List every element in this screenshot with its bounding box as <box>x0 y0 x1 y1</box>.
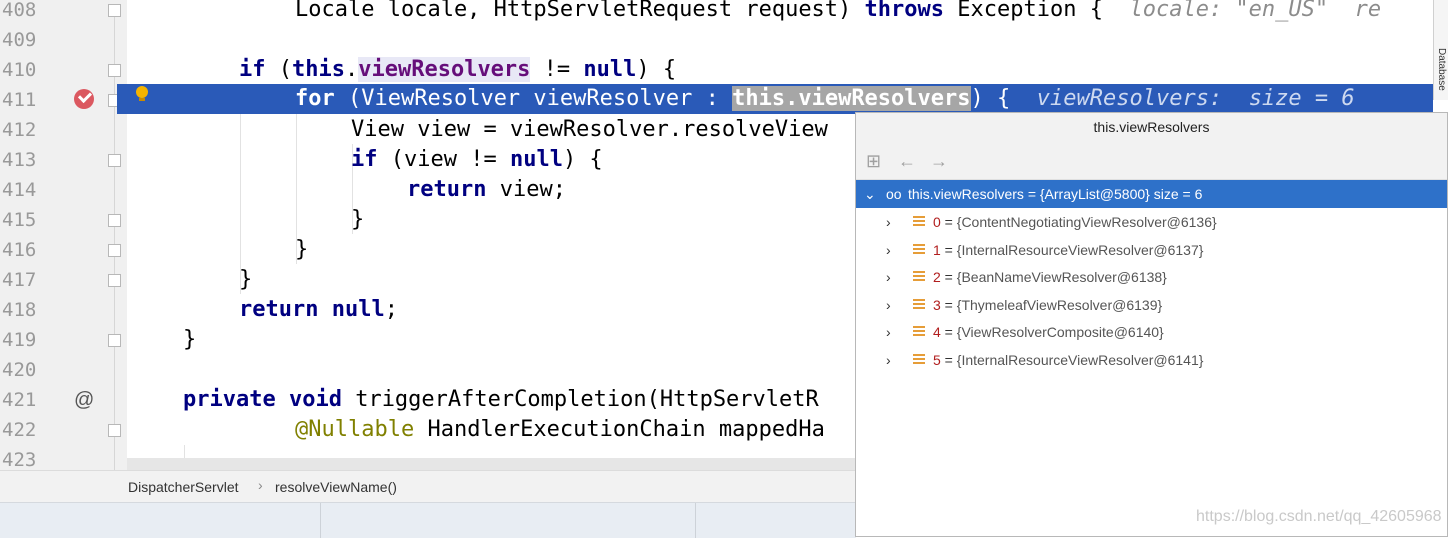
database-tool-tab[interactable]: Database <box>1433 0 1448 100</box>
line-number: 416 <box>2 239 37 261</box>
breadcrumb-item-class[interactable]: DispatcherServlet <box>128 479 239 495</box>
database-tab-label: Database <box>1436 48 1447 91</box>
line-number: 412 <box>2 119 37 141</box>
code-line-412: View view = viewResolver.resolveView <box>351 117 828 142</box>
expand-chevron-icon[interactable]: › <box>886 347 891 374</box>
fold-icon[interactable] <box>108 214 121 227</box>
line-number: 408 <box>2 0 37 21</box>
back-arrow-icon[interactable]: ← <box>898 151 916 171</box>
tree-root-label: this.viewResolvers = {ArrayList@5800} si… <box>908 186 1203 202</box>
list-field-icon <box>913 244 925 256</box>
code-line-419: } <box>183 327 197 352</box>
watch-glasses-icon: oo <box>886 186 902 202</box>
line-number: 418 <box>2 299 37 321</box>
watermark: https://blog.csdn.net/qq_42605968 <box>1196 508 1442 525</box>
breadcrumb: DispatcherServlet › resolveViewName() <box>0 470 856 503</box>
line-number: 413 <box>2 149 37 171</box>
tree-item[interactable]: › 5 = {InternalResourceViewResolver@6141… <box>856 347 1447 374</box>
list-field-icon <box>913 326 925 338</box>
fold-icon[interactable] <box>108 154 121 167</box>
collapse-chevron-icon[interactable]: ⌄ <box>864 180 876 208</box>
line-number: 420 <box>2 359 37 381</box>
forward-arrow-icon[interactable]: → <box>930 151 948 171</box>
line-number: 410 <box>2 59 37 81</box>
variable-inspector-popup[interactable]: this.viewResolvers ⊞ ← → ⌄ oo this.viewR… <box>855 112 1448 537</box>
line-number: 409 <box>2 29 37 51</box>
editor-gutter: 408 409 410 411 412 413 414 415 416 417 … <box>0 0 127 471</box>
status-divider <box>320 503 321 538</box>
fold-guide <box>114 12 115 470</box>
expand-chevron-icon[interactable]: › <box>886 319 891 346</box>
code-line-417: } <box>239 267 253 292</box>
breakpoint-icon[interactable] <box>74 89 94 109</box>
breadcrumb-item-method[interactable]: resolveViewName() <box>275 479 397 495</box>
line-number: 419 <box>2 329 37 351</box>
code-line-422: @Nullable HandlerExecutionChain mappedHa <box>295 417 825 442</box>
popup-toolbar: ⊞ ← → <box>856 143 1447 180</box>
tree-item[interactable]: › 2 = {BeanNameViewResolver@6138} <box>856 264 1447 291</box>
status-bar <box>0 502 856 538</box>
expand-chevron-icon[interactable]: › <box>886 292 891 319</box>
code-line-416: } <box>295 237 309 262</box>
code-line-418: return null; <box>239 297 398 322</box>
fold-icon[interactable] <box>108 274 121 287</box>
breadcrumb-separator: › <box>258 477 263 493</box>
horizontal-scrollbar[interactable] <box>127 458 856 470</box>
tree-root-row[interactable]: ⌄ oo this.viewResolvers = {ArrayList@580… <box>856 180 1447 208</box>
expand-chevron-icon[interactable]: › <box>886 209 891 236</box>
fold-icon[interactable] <box>108 424 121 437</box>
line-number: 422 <box>2 419 37 441</box>
line-number: 415 <box>2 209 37 231</box>
override-icon[interactable]: @ <box>74 385 94 415</box>
status-divider <box>695 503 696 538</box>
fold-icon[interactable] <box>108 64 121 77</box>
code-line-421: private void triggerAfterCompletion(Http… <box>183 387 819 412</box>
line-number: 414 <box>2 179 37 201</box>
code-line-414: return view; <box>407 177 566 202</box>
fold-icon[interactable] <box>108 334 121 347</box>
list-field-icon <box>913 271 925 283</box>
tree-item[interactable]: › 1 = {InternalResourceViewResolver@6137… <box>856 237 1447 264</box>
tree-item[interactable]: › 3 = {ThymeleafViewResolver@6139} <box>856 292 1447 319</box>
list-field-icon <box>913 354 925 366</box>
code-line-410: if (this.viewResolvers != null) { <box>239 57 677 82</box>
fold-icon[interactable] <box>108 4 121 17</box>
popup-title: this.viewResolvers <box>856 113 1447 144</box>
line-number: 421 <box>2 389 37 411</box>
code-line-408: Locale locale, HttpServletRequest reques… <box>295 0 1381 25</box>
list-field-icon <box>913 299 925 311</box>
fold-icon[interactable] <box>108 244 121 257</box>
line-number: 417 <box>2 269 37 291</box>
list-field-icon <box>913 216 925 228</box>
code-line-413: if (view != null) { <box>351 147 603 172</box>
expand-chevron-icon[interactable]: › <box>886 237 891 264</box>
line-number: 411 <box>2 89 37 111</box>
code-line-415: } <box>351 207 365 232</box>
expand-chevron-icon[interactable]: › <box>886 264 891 291</box>
tree-item[interactable]: › 4 = {ViewResolverComposite@6140} <box>856 319 1447 346</box>
tree-view-icon[interactable]: ⊞ <box>866 151 881 171</box>
inline-debug-hint: locale: "en_US" re <box>1129 0 1382 22</box>
tree-item[interactable]: › 0 = {ContentNegotiatingViewResolver@61… <box>856 209 1447 236</box>
